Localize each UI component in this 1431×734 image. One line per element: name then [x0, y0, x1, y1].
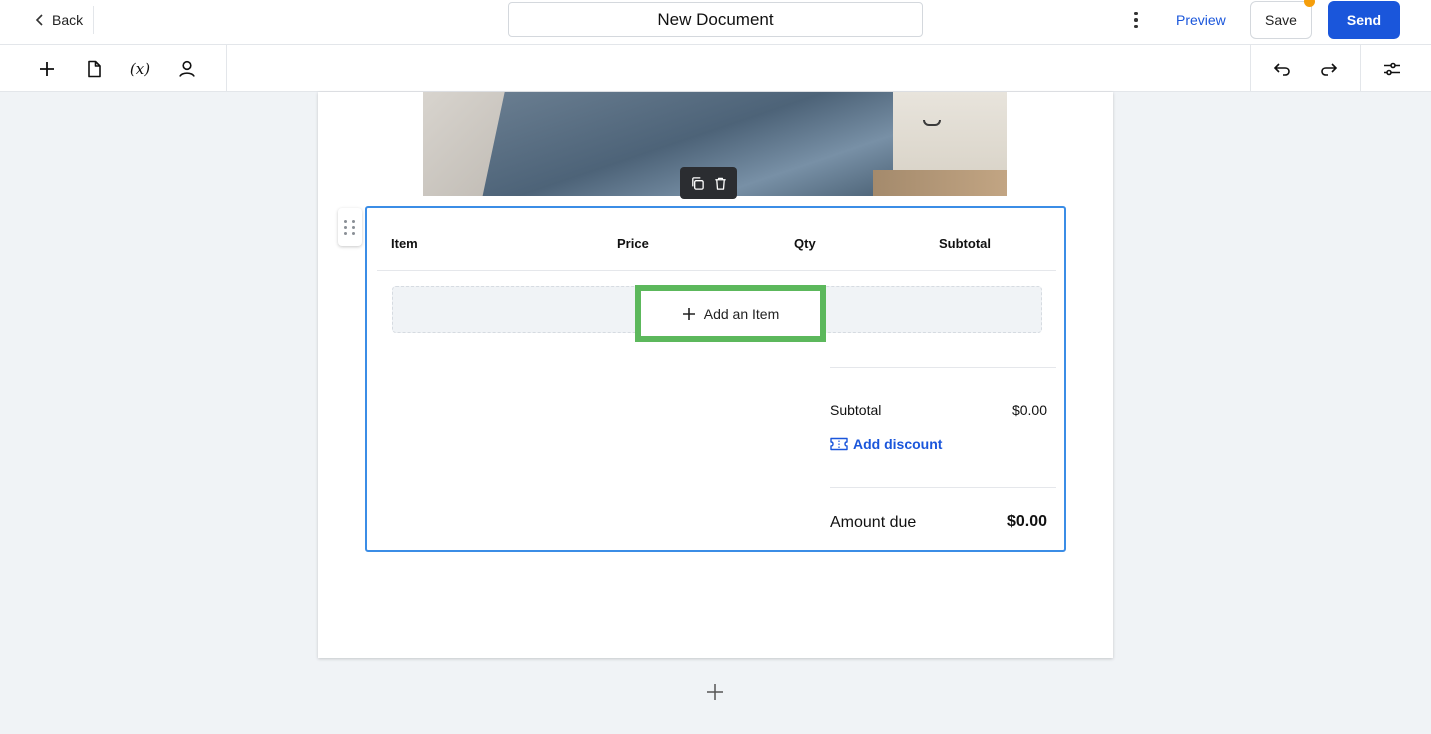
save-button[interactable]: Save [1250, 1, 1312, 39]
plus-icon [682, 307, 695, 320]
amount-due-value: $0.00 [1006, 513, 1047, 530]
divider [830, 487, 1056, 488]
person-icon[interactable] [174, 56, 200, 82]
column-header-item: Item [391, 236, 418, 251]
add-block-icon[interactable] [703, 680, 727, 704]
variable-icon[interactable]: (x) [127, 56, 153, 82]
subtotal-value: $0.00 [1011, 402, 1047, 418]
column-header-qty: Qty [794, 236, 816, 251]
redo-icon[interactable] [1316, 56, 1342, 82]
coupon-icon [830, 437, 848, 451]
document-title-input[interactable] [508, 2, 923, 37]
add-item-button[interactable]: Add an Item [635, 285, 826, 342]
unsaved-indicator [1304, 0, 1315, 7]
back-button[interactable]: Back [34, 10, 83, 30]
divider [830, 367, 1056, 368]
amount-due-label: Amount due [830, 514, 917, 531]
plus-icon[interactable] [34, 56, 60, 82]
divider [377, 270, 1056, 271]
add-item-label: Add an Item [703, 305, 780, 322]
chevron-left-icon [35, 14, 43, 26]
divider [1360, 45, 1361, 92]
add-discount-label: Add discount [853, 436, 943, 452]
pricing-table-block[interactable]: Item Price Qty Subtotal Add an Item Subt… [365, 206, 1066, 552]
divider [226, 45, 227, 92]
more-options-icon[interactable] [1126, 9, 1146, 31]
editor-toolbar: (x) [0, 45, 1431, 92]
block-actions-toolbar [680, 167, 737, 199]
add-discount-link[interactable]: Add discount [830, 436, 942, 452]
divider [1250, 45, 1251, 92]
duplicate-icon[interactable] [690, 176, 705, 191]
column-header-subtotal: Subtotal [939, 236, 991, 251]
settings-sliders-icon[interactable] [1379, 56, 1405, 82]
top-bar: Back Preview Save Send [0, 0, 1431, 45]
column-header-price: Price [617, 236, 649, 251]
drag-handle[interactable] [338, 208, 362, 246]
divider [93, 6, 94, 34]
preview-button[interactable]: Preview [1168, 9, 1234, 31]
undo-icon[interactable] [1269, 56, 1295, 82]
send-button[interactable]: Send [1328, 1, 1400, 39]
trash-icon[interactable] [713, 176, 728, 191]
document-icon[interactable] [81, 56, 107, 82]
back-label: Back [52, 12, 84, 28]
subtotal-label: Subtotal [830, 402, 882, 418]
